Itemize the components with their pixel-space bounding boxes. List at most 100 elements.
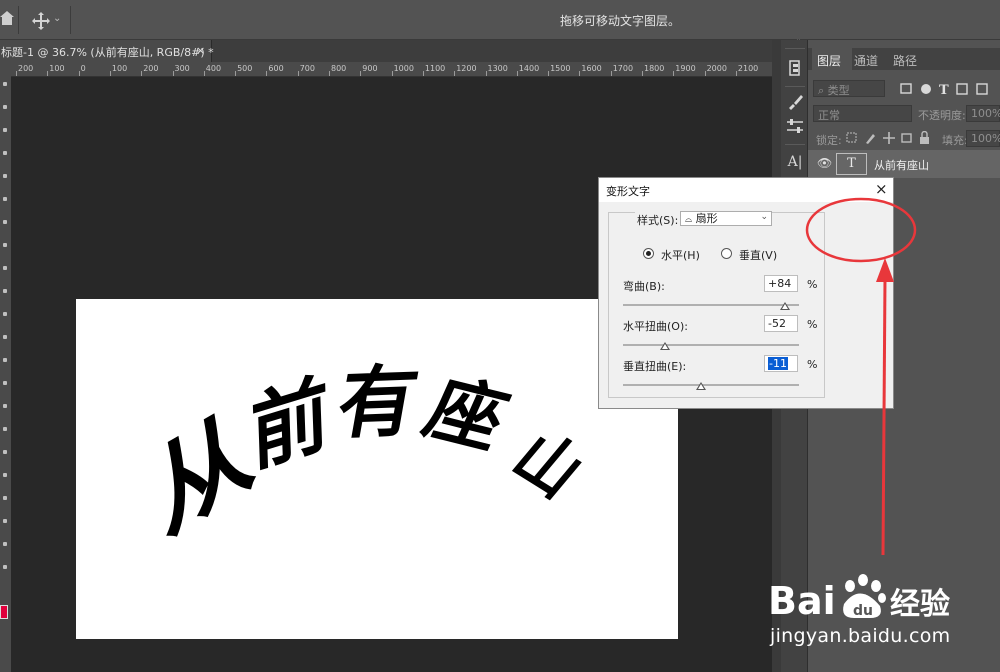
tool-icon[interactable] — [3, 151, 7, 155]
foreground-color-swatch[interactable] — [0, 605, 8, 619]
tool-icon[interactable] — [3, 220, 7, 224]
tool-icon[interactable] — [3, 496, 7, 500]
svg-text:du: du — [853, 603, 873, 619]
bend-percent: % — [807, 278, 818, 291]
arc-style-icon: ⌓ — [685, 215, 693, 225]
ruler-tick — [516, 71, 518, 76]
ruler-tick — [297, 71, 299, 76]
tool-icon[interactable] — [3, 450, 7, 454]
tool-icon[interactable] — [3, 197, 7, 201]
style-select[interactable]: ⌓ 扇形 ⌄ — [680, 211, 772, 226]
tab-layers[interactable]: 图层 — [817, 52, 841, 69]
tool-icon[interactable] — [3, 174, 7, 178]
ruler-tick — [329, 71, 330, 76]
chevron-down-icon: ⌄ — [760, 212, 768, 222]
ruler-label: 1900 — [675, 64, 696, 73]
tool-icon[interactable] — [3, 312, 7, 316]
ruler-label: 200 — [18, 64, 34, 73]
vertical-distort-slider-thumb[interactable] — [696, 382, 707, 390]
tool-icon[interactable] — [3, 565, 7, 569]
tab-paths[interactable]: 路径 — [893, 52, 917, 69]
brush-icon[interactable] — [785, 92, 805, 112]
lock-icons[interactable] — [846, 131, 936, 145]
move-tool-icon[interactable] — [32, 12, 50, 30]
ruler-label: 1000 — [393, 64, 414, 73]
bend-slider-thumb[interactable] — [779, 302, 790, 310]
ruler-label: 1200 — [456, 64, 477, 73]
horizontal-radio[interactable] — [643, 248, 654, 259]
tool-icon[interactable] — [3, 381, 7, 385]
horizontal-distort-slider-thumb[interactable] — [660, 342, 671, 350]
character-icon[interactable]: A| — [785, 152, 805, 172]
tool-icon[interactable] — [3, 404, 7, 408]
adjustments-icon[interactable] — [785, 116, 805, 136]
tool-icon[interactable] — [3, 427, 7, 431]
text-layer-thumbnail: T — [836, 153, 867, 175]
history-icon[interactable] — [785, 58, 805, 78]
layer-name: 从前有座山 — [874, 159, 929, 172]
divider — [785, 144, 805, 145]
tool-icon[interactable] — [3, 105, 7, 109]
opacity-field[interactable]: 100% — [966, 105, 1000, 122]
vertical-radio[interactable] — [721, 248, 732, 259]
tool-icon[interactable] — [3, 519, 7, 523]
tool-icon[interactable] — [3, 266, 7, 270]
ruler-tick — [579, 71, 581, 76]
warped-char: 山 — [498, 418, 599, 510]
tool-icon[interactable] — [3, 82, 7, 86]
horizontal-distort-field[interactable]: -52 — [764, 315, 798, 332]
document-tab-title: 标题-1 @ 36.7% (从前有座山, RGB/8#) * — [1, 46, 214, 59]
warped-char: 有 — [331, 355, 425, 450]
horizontal-distort-slider[interactable] — [623, 344, 799, 346]
style-label: 样式(S): — [635, 212, 681, 228]
document-tab[interactable]: 标题-1 @ 36.7% (从前有座山, RGB/8#) * × — [0, 40, 214, 62]
tool-icon[interactable] — [3, 358, 7, 362]
tab-channels[interactable]: 通道 — [854, 52, 878, 69]
vertical-distort-percent: % — [807, 358, 818, 371]
divider — [18, 6, 19, 34]
close-icon[interactable]: × — [875, 180, 888, 198]
tools-strip[interactable] — [0, 80, 11, 640]
tool-icon[interactable] — [3, 289, 7, 293]
ruler-tick — [673, 71, 675, 76]
vertical-distort-slider[interactable] — [623, 384, 799, 386]
ruler-label: 200 — [143, 64, 159, 73]
fill-label: 填充: — [942, 134, 968, 147]
svg-text:T: T — [939, 83, 949, 96]
layer-filter-value: 类型 — [827, 84, 850, 97]
watermark-brand: Bai — [768, 579, 836, 623]
warp-text-dialog: 变形文字 × 样式(S): ⌓ 扇形 ⌄ 水平(H) 垂直(V) 弯曲(B): … — [598, 177, 894, 409]
ruler-label: 1300 — [487, 64, 508, 73]
warped-char: 座 — [413, 365, 521, 464]
watermark-brand-cn: 经验 — [890, 587, 950, 622]
blend-mode-select[interactable]: 正常 — [813, 105, 912, 122]
layer-filter-select[interactable]: ⌕ 类型 — [813, 80, 885, 97]
filter-icons[interactable]: T — [899, 82, 999, 96]
bend-slider[interactable] — [623, 304, 799, 306]
horizontal-ruler[interactable]: 200 100 0 100 200 300 400 500 600 700 800 900 1000 11… — [11, 62, 772, 77]
vertical-distort-field[interactable]: -11 — [764, 355, 798, 372]
tool-icon[interactable] — [3, 335, 7, 339]
tool-icon[interactable] — [3, 542, 7, 546]
tool-icon[interactable] — [3, 128, 7, 132]
bend-field[interactable]: +84 — [764, 275, 798, 292]
dialog-titlebar[interactable]: 变形文字 × — [599, 178, 893, 202]
bend-label: 弯曲(B): — [623, 280, 665, 293]
chevron-down-icon[interactable]: ⌄ — [53, 13, 61, 24]
options-bar: ⌄ 拖移可移动文字图层。 — [0, 0, 1000, 40]
ruler-label: 0 — [80, 64, 86, 73]
ruler-tick — [610, 71, 612, 76]
warped-char: 前 — [249, 362, 331, 486]
tool-icon[interactable] — [3, 243, 7, 247]
warped-char: 从 — [142, 389, 263, 556]
warped-text-layer[interactable]: 从 前 有 座 山 — [76, 299, 678, 639]
close-tab-icon[interactable]: × — [196, 44, 205, 57]
home-icon[interactable] — [0, 10, 14, 26]
eye-icon[interactable]: 👁 — [817, 156, 832, 170]
tool-icon[interactable] — [3, 473, 7, 477]
layer-row[interactable]: 👁 T 从前有座山 — [808, 150, 1000, 178]
watermark-url: jingyan.baidu.com — [770, 625, 951, 647]
ruler-label: 1700 — [612, 64, 634, 73]
ruler-tick — [391, 71, 393, 76]
fill-field[interactable]: 100% — [966, 130, 1000, 147]
